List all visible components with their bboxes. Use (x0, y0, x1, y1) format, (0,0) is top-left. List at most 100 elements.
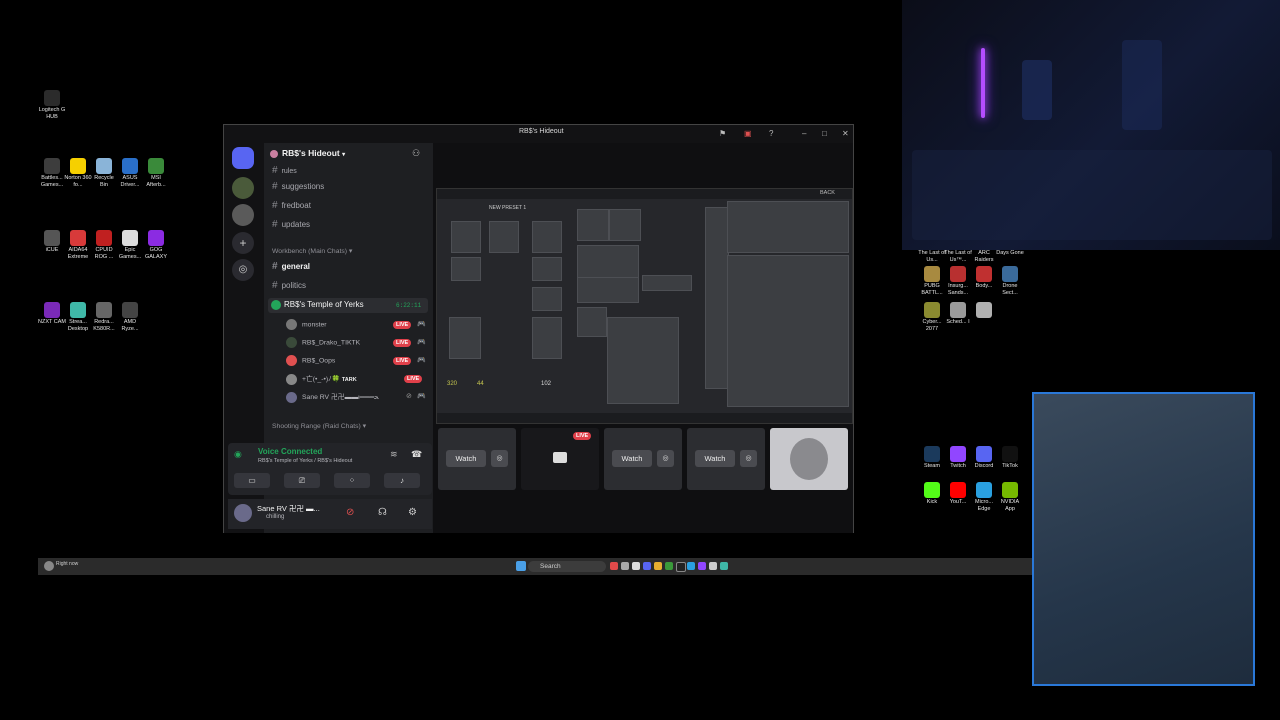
desktop-icon[interactable]: NZXT CAM (38, 302, 66, 326)
desktop-icon[interactable]: Twitch (944, 446, 972, 470)
category-raid[interactable]: Shooting Range (Raid Chats) ▾ (272, 422, 366, 430)
taskbar-app-icon[interactable] (698, 562, 706, 570)
taskbar-app-icon[interactable] (665, 562, 673, 570)
app-icon (976, 446, 992, 462)
taskbar-app-icon[interactable] (720, 562, 728, 570)
channel-general[interactable]: # general (272, 261, 310, 272)
desktop-icon[interactable]: Body... (970, 266, 998, 290)
desktop-icon[interactable]: Norton 360 fo... (64, 158, 92, 188)
desktop-icon[interactable]: Logitech G HUB (38, 90, 66, 120)
stream-tile[interactable]: Watch ◎ (438, 428, 516, 490)
preview-icon[interactable]: ◎ (657, 450, 674, 467)
desktop-icon[interactable]: Epic Games... (116, 230, 144, 260)
preview-icon[interactable]: ◎ (491, 450, 508, 467)
headphones-icon[interactable]: ☊ (378, 507, 387, 518)
desktop-icon[interactable]: Strea... Desktop (64, 302, 92, 332)
desktop-icon[interactable]: The Last of Us™... (944, 250, 972, 263)
screen-share-button[interactable]: ⎚ (284, 473, 320, 488)
inbox-icon[interactable]: ⚑ (719, 129, 726, 138)
voice-user[interactable]: RB$_Oops (286, 355, 335, 366)
voice-user[interactable]: monster (286, 319, 327, 330)
add-server-icon[interactable]: + (232, 232, 254, 254)
server-icon[interactable] (232, 204, 254, 226)
preview-icon[interactable]: ◎ (740, 450, 757, 467)
minimize-icon[interactable]: – (802, 129, 806, 138)
taskbar-app-icon[interactable] (643, 562, 651, 570)
desktop-icon[interactable]: Redra... K580R... (90, 302, 118, 332)
desktop-icon[interactable]: AMD Ryze... (116, 302, 144, 332)
watch-button[interactable]: Watch (612, 450, 652, 467)
taskbar-app-icon[interactable] (632, 562, 640, 570)
activities-button[interactable]: ⁘ (334, 473, 370, 488)
desktop-icon[interactable]: GOG GALAXY (142, 230, 170, 260)
desktop-icon[interactable]: Discord (970, 446, 998, 470)
desktop-icon[interactable]: Micro... Edge (970, 482, 998, 512)
desktop-icon[interactable]: NVIDIA App (996, 482, 1024, 512)
taskbar-app-icon[interactable] (709, 562, 717, 570)
stream-tile[interactable]: LIVE (521, 428, 599, 490)
weather-icon[interactable] (44, 561, 54, 571)
desktop-icon[interactable]: Steam (918, 446, 946, 470)
desktop-icon[interactable]: ARC Raiders (970, 250, 998, 263)
voice-user[interactable]: Sane RV 卍卍▬▬ι═══ﺤ (286, 391, 379, 403)
desktop-icon[interactable]: Drone Sect... (996, 266, 1024, 296)
watch-button[interactable]: Watch (695, 450, 735, 467)
voice-user[interactable]: RB$_Drako_TIKTK (286, 337, 360, 348)
start-icon[interactable] (516, 561, 526, 571)
soundboard-button[interactable]: ♪ (384, 473, 420, 488)
desktop-icon[interactable]: TikTok (996, 446, 1024, 470)
desktop-icon[interactable]: YouT... (944, 482, 972, 506)
channel-rules[interactable]: # rules (272, 165, 297, 176)
watch-button[interactable]: Watch (446, 450, 486, 467)
stream-tile[interactable]: Watch ◎ (687, 428, 765, 490)
desktop-icon[interactable]: Kick (918, 482, 946, 506)
stream-tile[interactable]: Watch ◎ (604, 428, 682, 490)
desktop-icon[interactable]: ASUS Driver... (116, 158, 144, 188)
avatar[interactable] (234, 504, 252, 522)
server-name[interactable]: RB$'s Hideout ▾ (270, 148, 345, 158)
desktop-icon[interactable]: The Last of Us... (918, 250, 946, 263)
stream-video[interactable]: BACK NEW PRESET 1 320 44 102 (436, 188, 853, 424)
desktop-icon[interactable]: AIDA64 Extreme (64, 230, 92, 260)
stream-tile[interactable] (770, 428, 848, 490)
mute-mic-icon[interactable]: ⊘ (346, 507, 354, 518)
taskbar-app-icon[interactable] (676, 562, 686, 572)
desktop-icon[interactable]: Days Gone (996, 250, 1024, 257)
server-icon[interactable] (232, 177, 254, 199)
channel-updates[interactable]: # updates (272, 219, 310, 230)
desktop-icon[interactable]: Sched... I (944, 302, 972, 326)
desktop-icon[interactable]: Cyber... 2077 (918, 302, 946, 332)
taskbar-app-icon[interactable] (621, 562, 629, 570)
desktop-icon[interactable]: CPUID ROG ... (90, 230, 118, 260)
desktop-icon[interactable]: PUBG BATTL... (918, 266, 946, 296)
discord-home-icon[interactable] (232, 147, 254, 169)
maximize-icon[interactable]: □ (822, 129, 827, 138)
desktop-icon[interactable] (970, 302, 998, 319)
explore-icon[interactable]: ◎ (232, 259, 254, 281)
voice-status-subtitle[interactable]: RB$'s Temple of Yerks / RB$'s Hideout (258, 458, 352, 464)
inventory-slot (532, 287, 562, 311)
channel-politics[interactable]: # politics (272, 280, 306, 291)
desktop-icon[interactable]: MSI Afterb... (142, 158, 170, 188)
add-member-icon[interactable]: ⚇ (412, 148, 420, 159)
close-icon[interactable]: ✕ (842, 129, 849, 138)
taskbar-app-icon[interactable] (687, 562, 695, 570)
channel-fredboat[interactable]: # fredboat (272, 200, 311, 211)
help-icon[interactable]: ? (769, 129, 773, 138)
voice-channel[interactable]: RB$'s Temple of Yerks 6:22:11 (268, 298, 428, 313)
voice-user[interactable]: +亡(•_-•)ﾉ🍀 TARK (286, 373, 357, 385)
taskbar-app-icon[interactable] (610, 562, 618, 570)
camera-button[interactable]: ▭ (234, 473, 270, 488)
desktop-icon[interactable]: Battles... Games... (38, 158, 66, 188)
channel-suggestions[interactable]: # suggestions (272, 181, 324, 192)
taskbar-app-icon[interactable] (654, 562, 662, 570)
category-main[interactable]: Workbench (Main Chats) ▾ (272, 247, 352, 255)
screen-icon[interactable]: ▣ (744, 129, 752, 138)
disconnect-icon[interactable]: ☎ (411, 449, 422, 460)
settings-gear-icon[interactable]: ⚙ (408, 507, 417, 518)
desktop-icon[interactable]: iCUE (38, 230, 66, 254)
taskbar-search[interactable]: Search (528, 561, 606, 572)
desktop-icon[interactable]: Insurg... Sands... (944, 266, 972, 296)
desktop-icon[interactable]: Recycle Bin (90, 158, 118, 188)
noise-suppression-icon[interactable]: ≋ (390, 449, 398, 460)
